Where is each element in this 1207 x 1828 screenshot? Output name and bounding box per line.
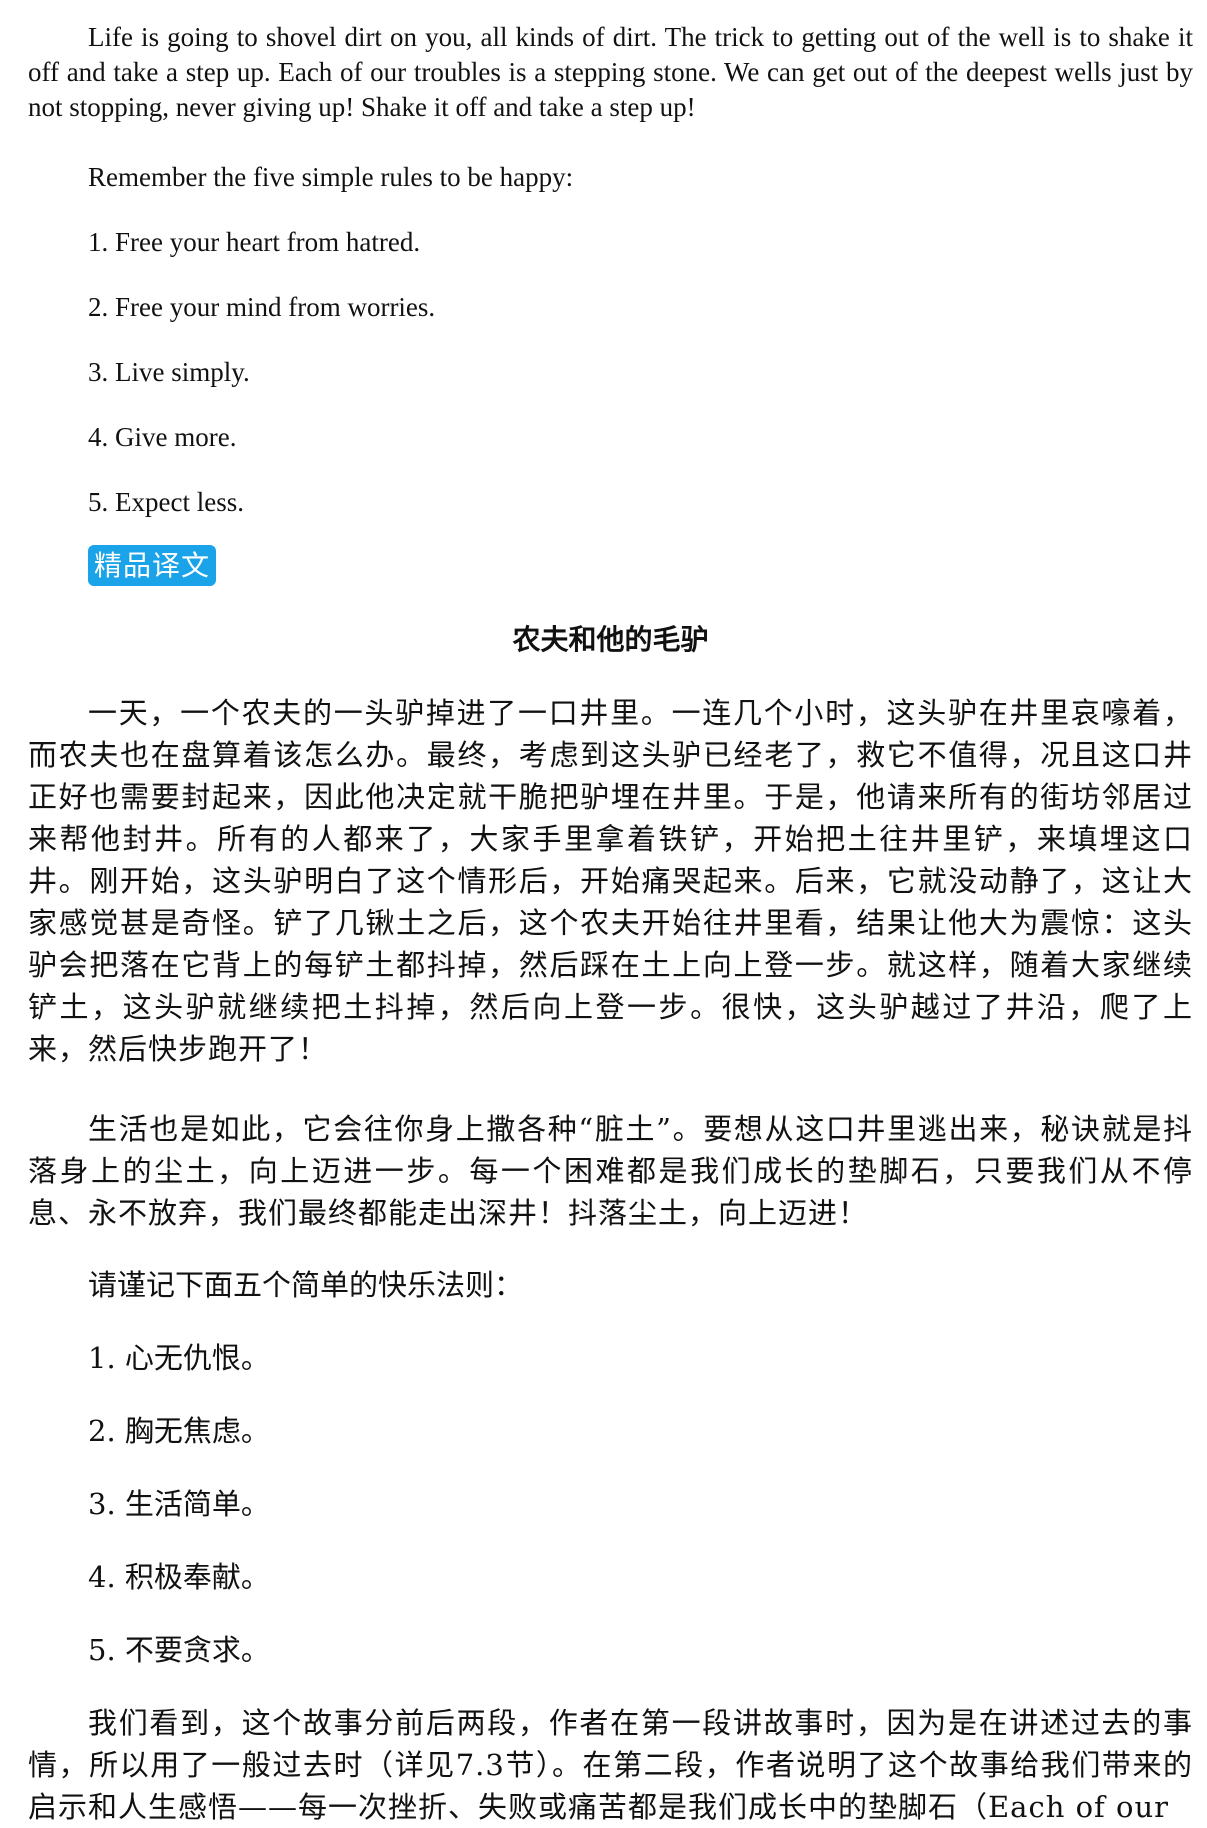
english-rule-5: 5. Expect less. <box>88 487 244 517</box>
english-paragraph: Life is going to shovel dirt on you, all… <box>28 22 1193 122</box>
chinese-rule-4: 4. 积极奉献。 <box>88 1560 270 1594</box>
chinese-title: 农夫和他的毛驴 <box>512 623 709 656</box>
english-rule-3: 3. Live simply. <box>88 357 250 387</box>
chinese-rule-5: 5. 不要贪求。 <box>88 1633 270 1667</box>
english-rule-4: 4. Give more. <box>88 422 237 452</box>
chinese-rules-intro: 请谨记下面五个简单的快乐法则： <box>88 1268 524 1302</box>
chinese-paragraph-2: 生活也是如此，它会往你身上撒各种“脏土”。要想从这口井里逃出来，秘诀就是抖落身上… <box>28 1112 1193 1230</box>
chinese-rule-2: 2. 胸无焦虑。 <box>88 1414 270 1448</box>
chinese-rule-3: 3. 生活简单。 <box>88 1487 270 1521</box>
chinese-rule-1: 1. 心无仇恨。 <box>88 1341 270 1375</box>
english-rule-1: 1. Free your heart from hatred. <box>88 227 421 257</box>
english-rule-2: 2. Free your mind from worries. <box>88 292 436 322</box>
chinese-paragraph-1: 一天，一个农夫的一头驴掉进了一口井里。一连几个小时，这头驴在井里哀嚎着，而农夫也… <box>28 696 1193 1066</box>
chinese-paragraph-3: 我们看到，这个故事分前后两段，作者在第一段讲故事时，因为是在讲述过去的事情，所以… <box>28 1706 1193 1824</box>
translation-section-tag: 精品译文 <box>88 545 217 586</box>
english-rules-intro: Remember the five simple rules to be hap… <box>88 162 574 192</box>
